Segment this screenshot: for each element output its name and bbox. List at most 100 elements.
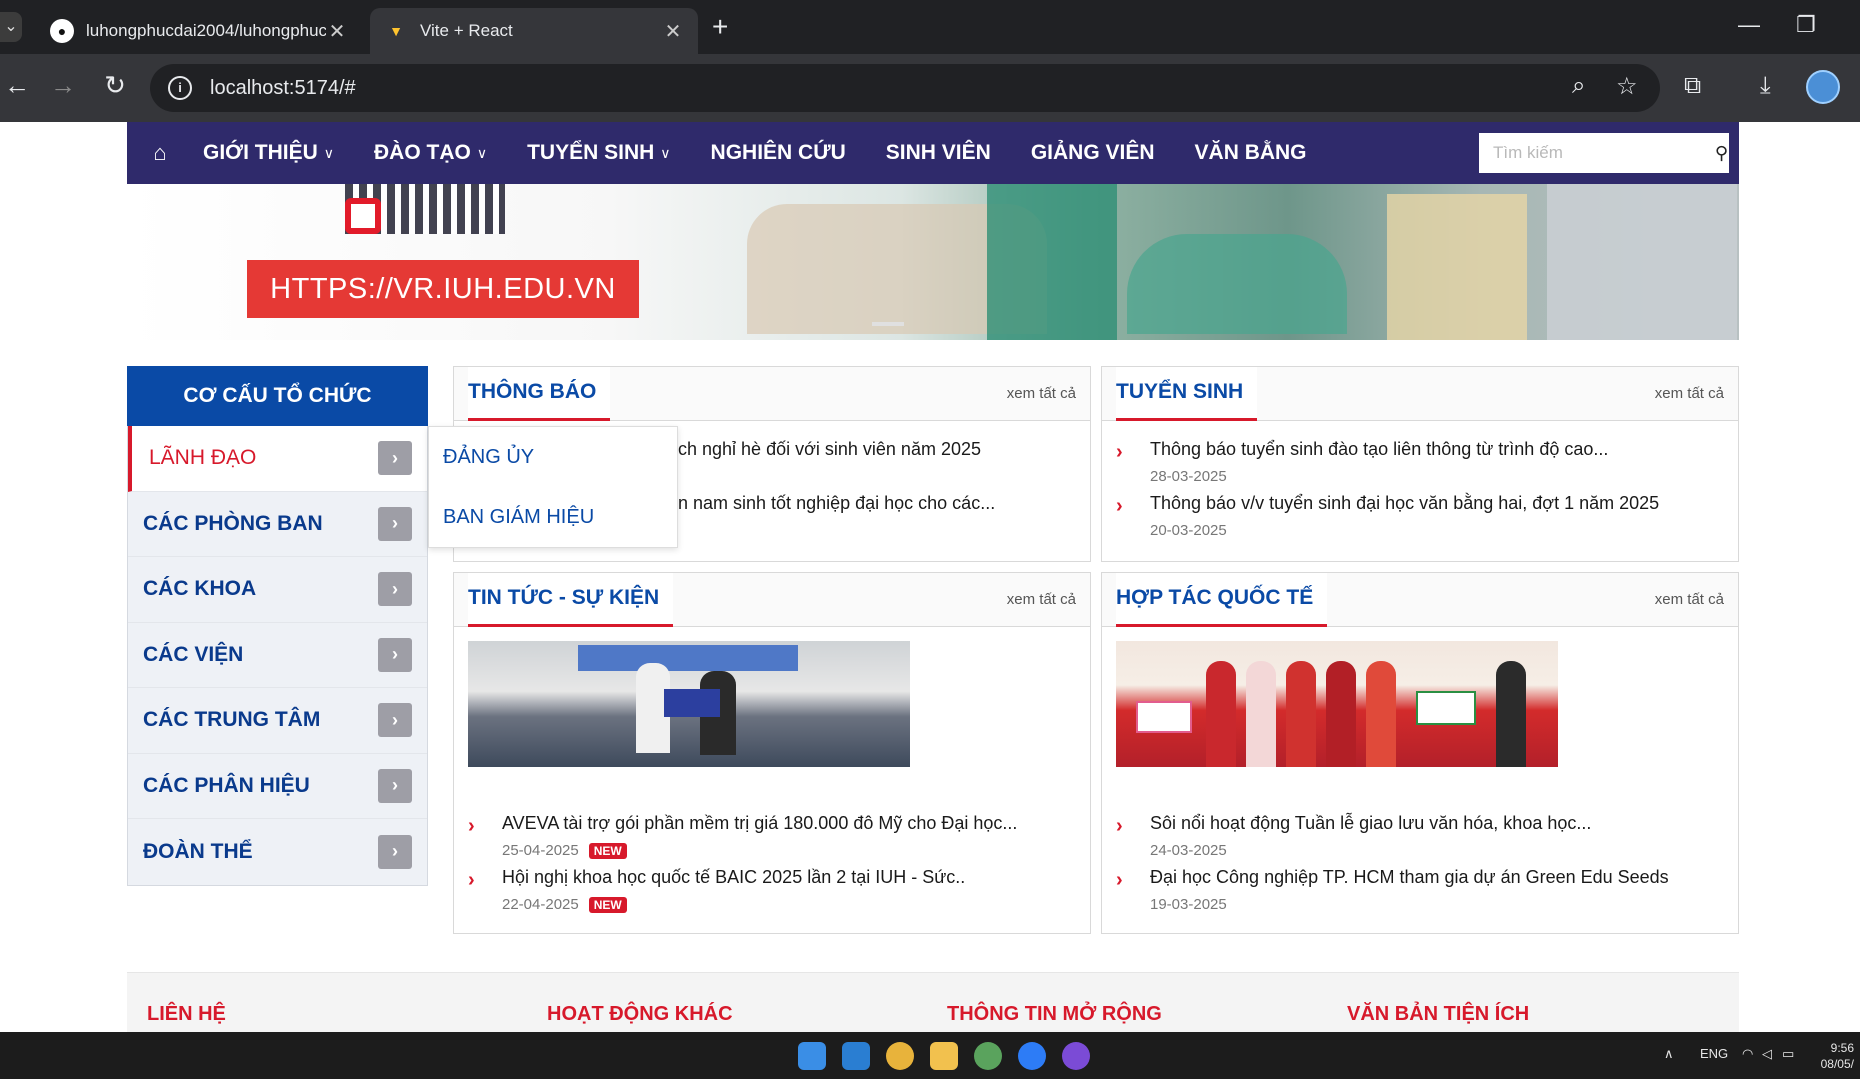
sidebar-item-trung-tam[interactable]: CÁC TRUNG TÂM › xyxy=(128,688,427,754)
list-item[interactable]: › AVEVA tài trợ gói phần mềm trị giá 180… xyxy=(468,813,1017,859)
footer-heading: VĂN BẢN TIỆN ÍCH xyxy=(1347,1003,1530,1025)
new-badge: NEW xyxy=(588,896,627,913)
windows-start-icon[interactable] xyxy=(798,1042,826,1070)
github-icon: ● xyxy=(50,19,74,43)
footer-heading: LIÊN HỆ xyxy=(147,1003,226,1025)
github-desktop-icon[interactable] xyxy=(1062,1042,1090,1070)
tab-title: Vite + React xyxy=(420,21,513,40)
sidebar-title: CƠ CẤU TỔ CHỨC xyxy=(127,366,428,426)
sidebar-item-doan-the[interactable]: ĐOÀN THỂ › xyxy=(128,819,427,885)
volume-icon[interactable]: ◁ xyxy=(1762,1046,1772,1062)
chevron-right-icon[interactable]: › xyxy=(378,506,412,541)
list-item[interactable]: › Thông báo v/v tuyển sinh đại học văn b… xyxy=(1116,493,1659,539)
tab-search-menu-button[interactable]: ⌄ xyxy=(0,12,22,42)
bookmark-star-icon[interactable]: ☆ xyxy=(1616,72,1638,101)
submenu-item-ban-giam-hieu[interactable]: BAN GIÁM HIỆU xyxy=(429,487,677,547)
list-item[interactable]: › Hội nghị khoa học quốc tế BAIC 2025 lầ… xyxy=(468,867,965,913)
carousel-indicator[interactable] xyxy=(872,322,904,326)
list-item[interactable]: › Đại học Công nghiệp TP. HCM tham gia d… xyxy=(1116,867,1669,913)
file-explorer-icon[interactable] xyxy=(930,1042,958,1070)
browser-tab-github[interactable]: ● luhongphucdai2004/luhongphucd ✕ xyxy=(36,8,362,54)
chevron-right-icon: › xyxy=(468,815,475,837)
sidebar-item-phong-ban[interactable]: CÁC PHÒNG BAN › xyxy=(128,492,427,557)
tab-title: luhongphucdai2004/luhongphucd xyxy=(86,21,326,40)
view-all-link[interactable]: xem tất cả xyxy=(1007,385,1076,402)
nav-dao-tao[interactable]: ĐÀO TẠO ∨ xyxy=(374,141,487,165)
restore-icon[interactable]: ❐ xyxy=(1796,12,1816,38)
footer-heading: HOẠT ĐỘNG KHÁC xyxy=(547,1003,733,1025)
chevron-right-icon[interactable]: › xyxy=(378,834,412,869)
new-tab-button[interactable]: + xyxy=(712,12,728,42)
chrome-icon[interactable] xyxy=(886,1042,914,1070)
web-page: ⌂ GIỚI THIỆU ∨ ĐÀO TẠO ∨ TUYỂN SINH ∨ NGHIÊ… xyxy=(0,122,1860,1032)
banner-building xyxy=(1127,234,1347,334)
system-clock[interactable]: 9:56 08/05/ xyxy=(1821,1040,1854,1072)
close-tab-icon[interactable]: ✕ xyxy=(326,19,348,44)
close-tab-icon[interactable]: ✕ xyxy=(662,19,684,44)
chevron-right-icon[interactable]: › xyxy=(378,703,412,738)
chevron-right-icon: › xyxy=(468,869,475,891)
nav-sinh-vien[interactable]: SINH VIÊN xyxy=(886,141,991,165)
view-all-link[interactable]: xem tất cả xyxy=(1655,591,1724,608)
list-item[interactable]: ch nghỉ hè đối với sinh viên năm 2025 xyxy=(678,439,981,460)
lanh-dao-submenu: ĐẢNG ỦY BAN GIÁM HIỆU xyxy=(428,426,678,548)
forward-button[interactable]: → xyxy=(46,70,80,101)
profile-avatar[interactable] xyxy=(1806,70,1840,104)
wifi-icon[interactable]: ◠ xyxy=(1742,1046,1753,1062)
sidebar-item-phan-hieu[interactable]: CÁC PHÂN HIỆU › xyxy=(128,754,427,819)
chevron-right-icon[interactable]: › xyxy=(378,768,412,803)
vscode-icon[interactable] xyxy=(842,1042,870,1070)
view-all-link[interactable]: xem tất cả xyxy=(1007,591,1076,608)
nav-gioi-thieu[interactable]: GIỚI THIỆU ∨ xyxy=(203,141,334,165)
search-box: ⚲ xyxy=(1479,133,1729,173)
sidebar-item-lanh-dao[interactable]: LÃNH ĐẠO › xyxy=(128,426,427,492)
site-footer: LIÊN HỆ HOẠT ĐỘNG KHÁC THÔNG TIN MỞ RỘNG… xyxy=(127,972,1739,1032)
zalo-icon[interactable] xyxy=(1018,1042,1046,1070)
panel-header: HỢP TÁC QUỐC TẾ xem tất cả xyxy=(1102,573,1738,627)
list-item[interactable]: › Sôi nổi hoạt động Tuần lễ giao lưu văn… xyxy=(1116,813,1591,859)
browser-tab-vite[interactable]: ▼ Vite + React ✕ xyxy=(370,8,698,54)
news-thumbnail[interactable] xyxy=(468,641,910,767)
footer-heading: THÔNG TIN MỞ RỘNG xyxy=(947,1003,1162,1025)
search-input[interactable] xyxy=(1479,143,1714,163)
qr-code-logo xyxy=(345,198,381,234)
minimize-icon[interactable]: — xyxy=(1738,12,1760,38)
os-taskbar: ∧ ENG ◠ ◁ ▭ 9:56 08/05/ xyxy=(0,1032,1860,1079)
panel-title: TUYỂN SINH xyxy=(1116,367,1258,421)
chevron-right-icon: › xyxy=(1116,441,1123,463)
battery-icon[interactable]: ▭ xyxy=(1782,1046,1794,1062)
nav-giang-vien[interactable]: GIẢNG VIÊN xyxy=(1031,141,1155,165)
sidebar-item-vien[interactable]: CÁC VIỆN › xyxy=(128,623,427,688)
sidebar-item-khoa[interactable]: CÁC KHOA › xyxy=(128,557,427,623)
chevron-right-icon[interactable]: › xyxy=(378,572,412,607)
submenu-item-dang-uy[interactable]: ĐẢNG ỦY xyxy=(429,427,677,487)
vr-tour-link[interactable]: HTTPS://VR.IUH.EDU.VN xyxy=(247,260,639,318)
list-item[interactable]: › Thông báo tuyển sinh đào tạo liên thôn… xyxy=(1116,439,1608,485)
home-icon[interactable]: ⌂ xyxy=(147,140,173,166)
language-indicator[interactable]: ENG xyxy=(1700,1046,1728,1061)
news-thumbnail[interactable] xyxy=(1116,641,1558,767)
hero-banner: HTTPS://VR.IUH.EDU.VN xyxy=(127,184,1739,340)
nav-van-bang[interactable]: VĂN BẰNG xyxy=(1195,141,1307,165)
reload-button[interactable]: ↻ xyxy=(98,70,132,101)
view-all-link[interactable]: xem tất cả xyxy=(1655,385,1724,402)
tray-chevron-icon[interactable]: ∧ xyxy=(1664,1046,1674,1062)
site-info-icon[interactable]: i xyxy=(168,76,192,100)
chevron-down-icon: ∨ xyxy=(476,144,488,161)
main-navigation: ⌂ GIỚI THIỆU ∨ ĐÀO TẠO ∨ TUYỂN SINH ∨ NGHIÊ… xyxy=(127,122,1739,184)
address-bar[interactable]: i localhost:5174/# ⌕ ☆ xyxy=(150,64,1660,112)
chevron-right-icon[interactable]: › xyxy=(378,637,412,672)
nav-tuyen-sinh[interactable]: TUYỂN SINH ∨ xyxy=(527,141,670,165)
chevron-down-icon: ∨ xyxy=(323,144,335,161)
banner-building xyxy=(1547,184,1737,340)
back-button[interactable]: ← xyxy=(0,70,34,101)
chrome-dev-icon[interactable] xyxy=(974,1042,1002,1070)
extensions-icon[interactable]: ⧉ xyxy=(1684,72,1701,100)
zoom-icon[interactable]: ⌕ xyxy=(1572,72,1585,100)
chevron-right-icon: › xyxy=(1116,815,1123,837)
search-icon[interactable]: ⚲ xyxy=(1714,143,1729,164)
chevron-right-icon[interactable]: › xyxy=(378,441,412,476)
list-item[interactable]: n nam sinh tốt nghiệp đại học cho các... xyxy=(678,493,995,514)
download-icon[interactable]: ⤓ xyxy=(1760,72,1771,100)
nav-nghien-cuu[interactable]: NGHIÊN CỨU xyxy=(711,141,846,165)
